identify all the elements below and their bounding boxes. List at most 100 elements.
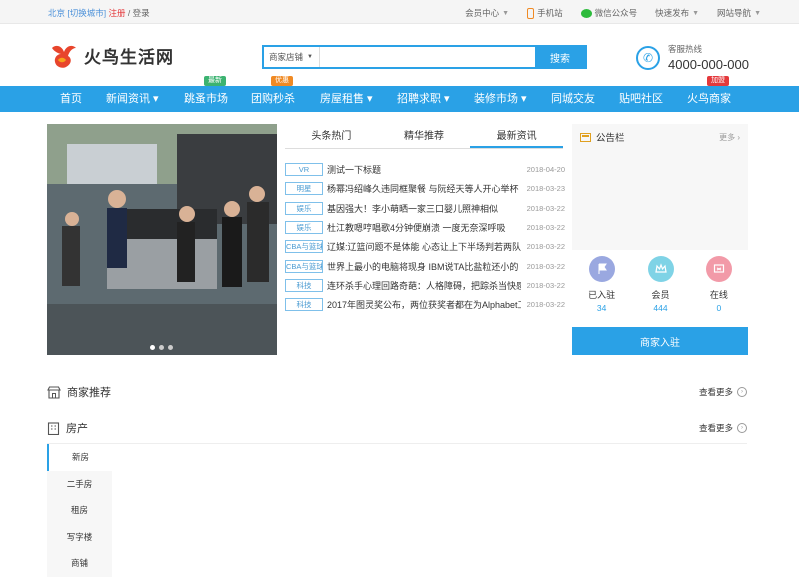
section-title: 商家推荐 [67, 387, 111, 399]
member-center-link[interactable]: 会员中心 ▼ [465, 7, 509, 19]
nav-item-housing[interactable]: 房屋租售 ▾ [320, 86, 373, 112]
news-row[interactable]: 科技 连环杀手心理回路奇葩：人格障碍，把踪杀当快感 2018-03-22 [285, 276, 565, 295]
site-nav-link[interactable]: 网站导航 ▼ [717, 7, 761, 19]
news-date: 2018-03-22 [526, 242, 565, 252]
store-icon [47, 385, 61, 399]
chevron-down-icon: ▼ [754, 9, 761, 17]
merchant-join-button[interactable]: 商家入驻 [572, 327, 748, 355]
news-row[interactable]: 娱乐 杜江教嗯哼唱歌4分钟便崩溃 一度无奈深呼吸 2018-03-22 [285, 218, 565, 237]
news-title[interactable]: 测试一下标题 [327, 163, 521, 176]
search-input[interactable] [320, 47, 535, 67]
carousel-dot[interactable] [168, 345, 173, 350]
nav-item-flea-market[interactable]: 最新 跳蚤市场 [184, 76, 228, 112]
stat-value: 444 [653, 303, 668, 313]
news-list: VR 测试一下标题 2018-04-20 明星 杨幂冯绍峰久违同框聚餐 与阮经天等人开… [285, 160, 565, 314]
megaphone-icon [580, 132, 591, 142]
news-title[interactable]: 2017年图灵奖公布，两位获奖者都在为Alphabet工作 [327, 298, 521, 311]
nav-item-dating[interactable]: 同城交友 [551, 86, 595, 112]
tab-latest[interactable]: 最新资讯 [470, 127, 564, 148]
chevron-right-icon: › [737, 132, 740, 142]
nav-item-label: 首页 [60, 93, 82, 105]
quick-post-label: 快速发布 [655, 8, 690, 18]
flag-icon [588, 256, 615, 282]
tab-headlines[interactable]: 头条热门 [285, 127, 378, 148]
carousel-dot[interactable] [150, 345, 155, 350]
quick-post-link[interactable]: 快速发布 ▼ [655, 7, 699, 19]
notice-board: 公告栏 更多 › [572, 124, 748, 250]
news-row[interactable]: CBA与篮球 世界上最小的电脑将现身 IBM说TA比盐粒还小的 2018-03-22 [285, 256, 565, 275]
news-row[interactable]: 明星 杨幂冯绍峰久违同框聚餐 与阮经天等人开心举杯 2018-03-23 [285, 179, 565, 198]
site-logo[interactable]: 火鸟生活网 [48, 40, 174, 70]
nav-item-label: 新闻资讯 ▾ [106, 93, 159, 105]
news-title[interactable]: 世界上最小的电脑将现身 IBM说TA比盐粒还小的 [327, 260, 521, 273]
section-title-wrap: 房产 [47, 420, 88, 436]
nav-item-label: 招聘求职 ▾ [397, 93, 450, 105]
news-title[interactable]: 杜江教嗯哼唱歌4分钟便崩溃 一度无奈深呼吸 [327, 221, 521, 234]
chevron-down-icon: ▼ [692, 9, 700, 17]
search-button[interactable]: 搜索 [535, 47, 585, 67]
telephone-icon: ✆ [636, 45, 660, 70]
banner-carousel[interactable] [47, 124, 277, 355]
news-title[interactable]: 连环杀手心理回路奇葩：人格障碍，把踪杀当快感 [327, 279, 521, 292]
news-category[interactable]: 娱乐 [285, 221, 323, 235]
register-link[interactable]: 注册 [109, 8, 126, 18]
subnav-office[interactable]: 写字楼 [47, 523, 112, 550]
search-bar: 商家店铺 ▼ 搜索 [262, 45, 587, 69]
news-row[interactable]: CBA与篮球 辽媒:辽篮问题不是体能 心态让上下半场判若两队 2018-03-22 [285, 237, 565, 256]
news-category[interactable]: 科技 [285, 278, 323, 292]
merchants-more-link[interactable]: 查看更多 › [699, 386, 747, 398]
tab-featured[interactable]: 精华推荐 [378, 127, 471, 148]
nav-item-label: 房屋租售 ▾ [320, 93, 373, 105]
notice-title-wrap: 公告栏 [580, 130, 625, 144]
nav-item-label: 团购秒杀 [251, 93, 295, 105]
nav-item-community[interactable]: 贴吧社区 [619, 86, 663, 112]
news-category[interactable]: CBA与篮球 [285, 240, 323, 254]
login-link[interactable]: 登录 [133, 8, 150, 18]
news-title[interactable]: 辽媒:辽篮问题不是体能 心态让上下半场判若两队 [327, 240, 521, 253]
subnav-shop[interactable]: 商铺 [47, 550, 112, 577]
nav-item-merchants[interactable]: 加盟 火鸟商家 [687, 76, 731, 112]
wechat-link[interactable]: 微信公众号 [580, 7, 637, 19]
nav-item-news[interactable]: 新闻资讯 ▾ [106, 86, 159, 112]
news-title[interactable]: 杨幂冯绍峰久违同框聚餐 与阮经天等人开心举杯 [327, 182, 521, 195]
news-category[interactable]: 科技 [285, 298, 323, 312]
mobile-site-link[interactable]: 手机站 [527, 7, 563, 19]
news-row[interactable]: VR 测试一下标题 2018-04-20 [285, 160, 565, 179]
subnav-new-house[interactable]: 新房 [47, 444, 112, 471]
nav-item-group-buy[interactable]: 优惠 团购秒杀 [251, 76, 295, 112]
subnav-second-hand[interactable]: 二手房 [47, 470, 112, 497]
news-tabs: 头条热门 精华推荐 最新资讯 [285, 127, 564, 149]
nav-item-label: 跳蚤市场 [184, 93, 228, 105]
section-title-wrap: 商家推荐 [47, 384, 111, 400]
switch-city-link[interactable]: [切换城市] [67, 8, 106, 18]
news-category[interactable]: VR [285, 163, 323, 177]
nav-item-decoration[interactable]: 装修市场 ▾ [474, 86, 527, 112]
subnav-rent[interactable]: 租房 [47, 497, 112, 524]
realestate-more-link[interactable]: 查看更多 › [699, 422, 747, 434]
stat-label: 已入驻 [588, 290, 616, 300]
crown-icon [647, 256, 674, 282]
news-category[interactable]: 明星 [285, 182, 323, 196]
notice-more-label: 更多 [719, 132, 736, 142]
wechat-icon [580, 8, 592, 18]
news-title[interactable]: 基因强大！李小萌晒一家三口婴儿照神相似 [327, 202, 521, 215]
stat-merchants: 已入驻 34 [588, 256, 615, 313]
nav-item-jobs[interactable]: 招聘求职 ▾ [397, 86, 450, 112]
carousel-dot[interactable] [159, 345, 164, 350]
nav-item-home[interactable]: 首页 [50, 86, 92, 112]
site-nav-label: 网站导航 [717, 8, 752, 18]
search-type-select[interactable]: 商家店铺 ▼ [264, 47, 320, 67]
news-row[interactable]: 娱乐 基因强大！李小萌晒一家三口婴儿照神相似 2018-03-22 [285, 199, 565, 218]
news-row[interactable]: 科技 2017年图灵奖公布，两位获奖者都在为Alphabet工作 2018-03-2… [285, 295, 565, 314]
news-category[interactable]: 娱乐 [285, 201, 323, 215]
notice-more-link[interactable]: 更多 › [719, 132, 740, 143]
site-name: 火鸟生活网 [84, 47, 174, 67]
nav-item-label: 火鸟商家 [687, 93, 731, 105]
chevron-down-icon: ▼ [307, 54, 313, 60]
top-bar-right: 会员中心 ▼ 手机站 微信公众号 快速发布 ▼ 网站导航 ▼ [465, 7, 761, 19]
chevron-right-icon: › [737, 387, 747, 397]
mobile-site-label: 手机站 [537, 8, 563, 18]
news-category[interactable]: CBA与篮球 [285, 259, 323, 273]
real-estate-section: 房产 查看更多 › [47, 420, 747, 436]
phone-icon [527, 7, 535, 19]
